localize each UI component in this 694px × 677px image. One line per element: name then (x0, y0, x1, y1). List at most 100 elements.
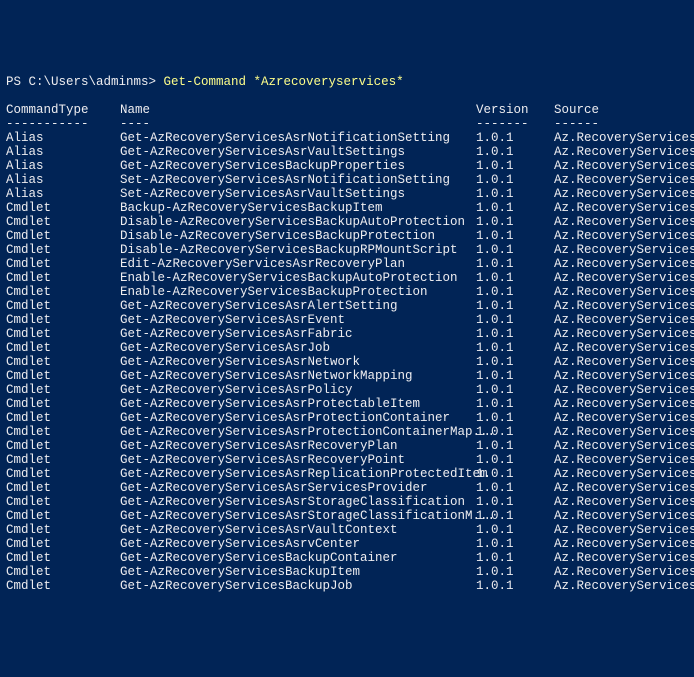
table-row-source: Az.RecoveryServices (554, 425, 694, 439)
table-row-version: 1.0.1 (476, 523, 554, 537)
header-underline: ------- (476, 117, 554, 131)
table-row-name: Get-AzRecoveryServicesBackupProperties (120, 159, 476, 173)
table-row-name: Edit-AzRecoveryServicesAsrRecoveryPlan (120, 257, 476, 271)
table-row-source: Az.RecoveryServices (554, 229, 694, 243)
header-name: Name (120, 103, 476, 117)
table-row-name: Get-AzRecoveryServicesAsrProtectionConta… (120, 425, 476, 439)
table-row-source: Az.RecoveryServices (554, 579, 694, 593)
table-row-source: Az.RecoveryServices (554, 565, 694, 579)
table-row-name: Enable-AzRecoveryServicesBackupProtectio… (120, 285, 476, 299)
table-row-name: Get-AzRecoveryServicesAsrNetworkMapping (120, 369, 476, 383)
rows-container: AliasGet-AzRecoveryServicesAsrNotificati… (6, 131, 688, 593)
table-row-source: Az.RecoveryServices (554, 523, 694, 537)
table-row-name: Get-AzRecoveryServicesAsrAlertSetting (120, 299, 476, 313)
table-row-source: Az.RecoveryServices (554, 159, 694, 173)
header-version: Version (476, 103, 554, 117)
table-row-type: Cmdlet (6, 411, 120, 425)
table-row-source: Az.RecoveryServices (554, 173, 694, 187)
table-row-name: Get-AzRecoveryServicesAsrProtectionConta… (120, 411, 476, 425)
table-row-name: Set-AzRecoveryServicesAsrVaultSettings (120, 187, 476, 201)
table-row-source: Az.RecoveryServices (554, 341, 694, 355)
table-row-version: 1.0.1 (476, 145, 554, 159)
table-row-version: 1.0.1 (476, 369, 554, 383)
table-row-name: Get-AzRecoveryServicesAsrServicesProvide… (120, 481, 476, 495)
table-row-type: Alias (6, 187, 120, 201)
table-row-version: 1.0.1 (476, 495, 554, 509)
table-row-version: 1.0.1 (476, 537, 554, 551)
table-row-name: Disable-AzRecoveryServicesBackupRPMountS… (120, 243, 476, 257)
table-row-source: Az.RecoveryServices (554, 369, 694, 383)
table-row-name: Get-AzRecoveryServicesAsrPolicy (120, 383, 476, 397)
table-row-source: Az.RecoveryServices (554, 271, 694, 285)
table-row-type: Cmdlet (6, 523, 120, 537)
table-row-version: 1.0.1 (476, 509, 554, 523)
table-row-source: Az.RecoveryServices (554, 299, 694, 313)
table-row-version: 1.0.1 (476, 271, 554, 285)
table-row-type: Cmdlet (6, 537, 120, 551)
table-row-type: Alias (6, 159, 120, 173)
table-row-source: Az.RecoveryServices (554, 243, 694, 257)
table-row-version: 1.0.1 (476, 411, 554, 425)
table-row-version: 1.0.1 (476, 243, 554, 257)
table-row-type: Cmdlet (6, 243, 120, 257)
header-commandtype: CommandType (6, 103, 120, 117)
table-row-name: Get-AzRecoveryServicesAsrStorageClassifi… (120, 495, 476, 509)
table-row-source: Az.RecoveryServices (554, 131, 694, 145)
table-row-version: 1.0.1 (476, 257, 554, 271)
header-underline: ---- (120, 117, 476, 131)
table-row-source: Az.RecoveryServices (554, 257, 694, 271)
table-row-version: 1.0.1 (476, 467, 554, 481)
table-row-name: Disable-AzRecoveryServicesBackupProtecti… (120, 229, 476, 243)
table-row-type: Cmdlet (6, 313, 120, 327)
table-row-source: Az.RecoveryServices (554, 551, 694, 565)
prompt-path: PS C:\Users\adminms> (6, 75, 164, 89)
table-row-version: 1.0.1 (476, 341, 554, 355)
table-row-version: 1.0.1 (476, 397, 554, 411)
table-row-source: Az.RecoveryServices (554, 467, 694, 481)
table-row-source: Az.RecoveryServices (554, 285, 694, 299)
table-row-type: Cmdlet (6, 215, 120, 229)
table-row-name: Get-AzRecoveryServicesAsrRecoveryPlan (120, 439, 476, 453)
table-row-name: Get-AzRecoveryServicesAsrVaultContext (120, 523, 476, 537)
table-row-name: Get-AzRecoveryServicesAsrStorageClassifi… (120, 509, 476, 523)
table-row-version: 1.0.1 (476, 425, 554, 439)
table-row-name: Get-AzRecoveryServicesAsrJob (120, 341, 476, 355)
table-row-source: Az.RecoveryServices (554, 495, 694, 509)
header-underline: ----------- (6, 117, 120, 131)
table-row-name: Get-AzRecoveryServicesBackupJob (120, 579, 476, 593)
table-row-name: Get-AzRecoveryServicesAsrVaultSettings (120, 145, 476, 159)
table-row-version: 1.0.1 (476, 383, 554, 397)
table-row-type: Cmdlet (6, 201, 120, 215)
table-row-type: Cmdlet (6, 229, 120, 243)
table-row-source: Az.RecoveryServices (554, 201, 694, 215)
table-row-version: 1.0.1 (476, 187, 554, 201)
table-row-type: Cmdlet (6, 453, 120, 467)
table-row-name: Get-AzRecoveryServicesAsrvCenter (120, 537, 476, 551)
table-row-source: Az.RecoveryServices (554, 355, 694, 369)
table-row-type: Cmdlet (6, 327, 120, 341)
table-row-name: Get-AzRecoveryServicesAsrProtectableItem (120, 397, 476, 411)
table-row-source: Az.RecoveryServices (554, 411, 694, 425)
table-row-type: Cmdlet (6, 341, 120, 355)
table-row-type: Cmdlet (6, 467, 120, 481)
table-row-type: Cmdlet (6, 383, 120, 397)
table-row-version: 1.0.1 (476, 439, 554, 453)
table-row-source: Az.RecoveryServices (554, 145, 694, 159)
table-row-version: 1.0.1 (476, 453, 554, 467)
table-row-source: Az.RecoveryServices (554, 187, 694, 201)
table-row-version: 1.0.1 (476, 565, 554, 579)
table-row-type: Alias (6, 145, 120, 159)
table-row-type: Cmdlet (6, 425, 120, 439)
table-row-source: Az.RecoveryServices (554, 509, 694, 523)
table-row-version: 1.0.1 (476, 215, 554, 229)
table-row-name: Get-AzRecoveryServicesBackupContainer (120, 551, 476, 565)
table-row-type: Cmdlet (6, 299, 120, 313)
table-row-name: Set-AzRecoveryServicesAsrNotificationSet… (120, 173, 476, 187)
table-row-type: Cmdlet (6, 565, 120, 579)
table-row-version: 1.0.1 (476, 131, 554, 145)
table-row-type: Cmdlet (6, 355, 120, 369)
header-source: Source (554, 103, 599, 117)
table-row-type: Alias (6, 131, 120, 145)
table-row-name: Backup-AzRecoveryServicesBackupItem (120, 201, 476, 215)
table-row-name: Get-AzRecoveryServicesAsrFabric (120, 327, 476, 341)
